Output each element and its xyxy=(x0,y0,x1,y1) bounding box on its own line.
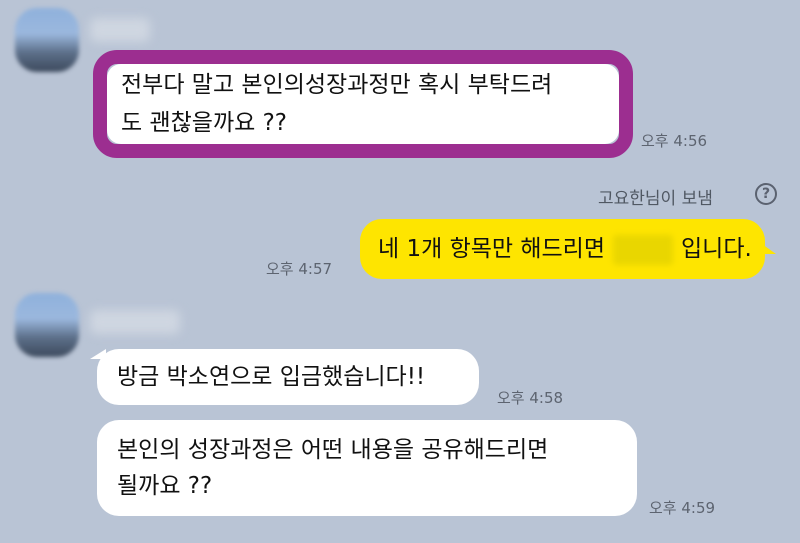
message-3-text: 방금 박소연으로 입금했습니다!! xyxy=(117,364,426,390)
message-bubble-4[interactable]: 본인의 성장과정은 어떤 내용을 공유해드리면 될까요 ?? xyxy=(97,420,637,516)
sent-by-label: 고요한님이 보냄 xyxy=(598,189,713,209)
bubble-tail xyxy=(762,244,776,254)
message-bubble-2[interactable]: 네 1개 항목만 해드리면 입니다. xyxy=(360,219,765,279)
message-2-time: 오후 4:57 xyxy=(266,260,333,278)
sender-name-blurred xyxy=(90,310,180,334)
message-1-time: 오후 4:56 xyxy=(641,132,708,150)
message-4-time: 오후 4:59 xyxy=(649,499,716,517)
message-2-text-before: 네 1개 항목만 해드리면 xyxy=(378,236,606,262)
sender-avatar[interactable] xyxy=(15,8,79,72)
message-bubble-1[interactable]: 전부다 말고 본인의성장과정만 혹시 부탁드려 도 괜찮을까요 ?? xyxy=(107,64,619,144)
message-3-time: 오후 4:58 xyxy=(497,389,564,407)
message-1-line-1: 전부다 말고 본인의성장과정만 혹시 부탁드려 xyxy=(121,72,553,98)
message-1-line-2: 도 괜찮을까요 ?? xyxy=(121,110,287,136)
message-2-text-after: 입니다. xyxy=(681,236,752,262)
message-bubble-3[interactable]: 방금 박소연으로 입금했습니다!! xyxy=(97,349,479,405)
sender-name-blurred xyxy=(90,18,150,42)
redacted-text xyxy=(613,234,674,265)
message-4-line-1: 본인의 성장과정은 어떤 내용을 공유해드리면 xyxy=(117,437,549,463)
message-4-line-2: 될까요 ?? xyxy=(117,473,213,499)
help-icon[interactable]: ? xyxy=(755,183,777,205)
sender-avatar[interactable] xyxy=(15,293,79,357)
